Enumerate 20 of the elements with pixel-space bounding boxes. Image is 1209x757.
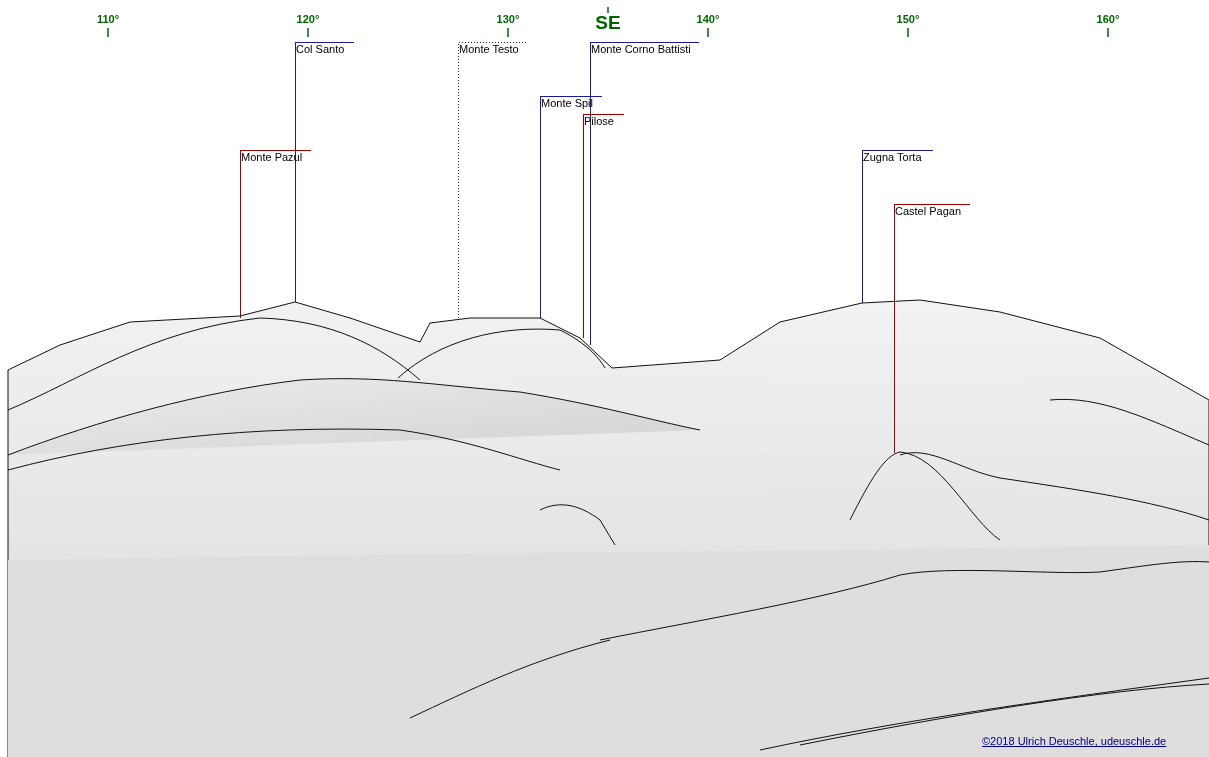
peak-label: Zugna Torta [863, 151, 922, 163]
degree-label: 120° [296, 13, 320, 25]
tick-mark [507, 27, 509, 38]
degree-label: 140° [696, 13, 720, 25]
tick-mark [107, 27, 109, 38]
tick-mark [1107, 27, 1109, 38]
degree-label: 150° [896, 13, 920, 25]
peak-label: Col Santo [296, 43, 345, 55]
degree-label: 110° [96, 13, 120, 25]
peak-label: Castel Pagan [895, 205, 962, 217]
peak-label: Monte Testo [459, 43, 519, 55]
degree-label: 130° [496, 13, 520, 25]
degree-label: 160° [1096, 13, 1120, 25]
tick-mark [607, 6, 609, 14]
tick-mark [707, 27, 709, 38]
peak-label: Monte Corno Battisti [591, 43, 691, 55]
credit-link[interactable]: ©2018 Ulrich Deuschle, udeuschle.de [982, 733, 1167, 750]
compass-direction-label: SE [595, 13, 621, 33]
tick-mark [307, 27, 309, 38]
tick-mark [907, 27, 909, 38]
